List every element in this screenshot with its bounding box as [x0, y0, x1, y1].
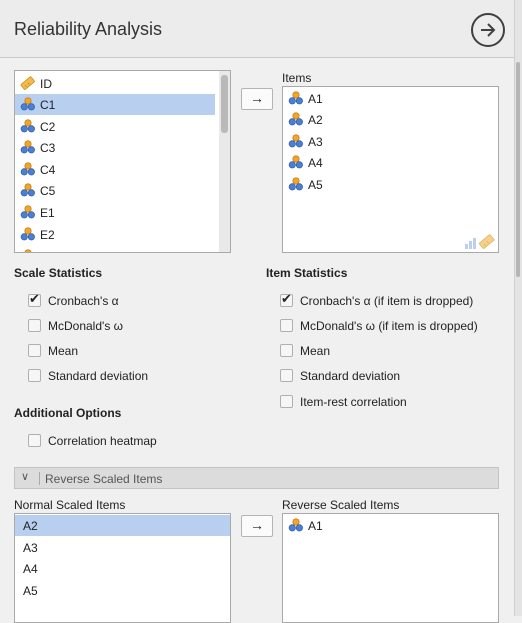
list-item[interactable]: A2: [15, 515, 230, 536]
arrow-right-icon: →: [250, 90, 264, 106]
list-item-partial: [15, 246, 230, 252]
section-title: Reverse Scaled Items: [45, 472, 163, 486]
checkbox-box[interactable]: [28, 344, 41, 357]
variable-label: E1: [40, 206, 55, 220]
item-statistics-heading: Item Statistics: [266, 266, 348, 280]
checkbox-label: McDonald's ω (if item is dropped): [300, 319, 478, 333]
normal-scaled-items-list[interactable]: A2 A3 A4 A5: [14, 513, 231, 623]
items-box-label: Items: [282, 71, 312, 85]
list-item[interactable]: A1: [283, 515, 498, 536]
list-item[interactable]: A5: [283, 174, 498, 195]
list-item[interactable]: C4: [15, 159, 230, 180]
variable-label: A4: [308, 156, 323, 170]
checkbox-box[interactable]: [280, 369, 293, 382]
checkbox-label: Item-rest correlation: [300, 395, 407, 409]
list-item[interactable]: E2: [15, 224, 230, 245]
checkbox-box[interactable]: [280, 395, 293, 408]
additional-options-heading: Additional Options: [14, 406, 122, 420]
source-list-scrollbar-thumb[interactable]: [221, 75, 228, 133]
checkbox-box[interactable]: [28, 369, 41, 382]
ordinal-variable-icon: [20, 119, 35, 133]
ordinal-variable-icon: [20, 162, 35, 176]
ordinal-variable-icon: [20, 183, 35, 197]
move-to-reverse-button[interactable]: →: [241, 515, 273, 537]
panel-header: Reliability Analysis: [0, 0, 514, 58]
variable-label: C5: [40, 184, 56, 198]
checkmark-icon: ✔: [29, 291, 40, 306]
variable-label: A1: [308, 92, 323, 106]
items-target-list[interactable]: A1 A2 A3 A4 A5: [282, 86, 499, 253]
ordinal-variable-icon: [20, 140, 35, 154]
normal-scaled-items-label: Normal Scaled Items: [14, 498, 126, 512]
list-item[interactable]: A1: [283, 88, 498, 109]
checkmark-icon: ✔: [281, 291, 292, 306]
variable-label: C1: [40, 98, 56, 112]
variable-label: A1: [308, 519, 323, 533]
arrow-right-icon: →: [250, 517, 264, 533]
variable-label: A5: [308, 178, 323, 192]
checkbox-label: McDonald's ω: [48, 319, 124, 333]
ruler-icon: [20, 76, 36, 91]
variable-label: ID: [40, 77, 52, 91]
ordinal-variable-icon: [288, 155, 303, 169]
ordinal-variable-icon: [288, 91, 303, 105]
checkbox-box[interactable]: [28, 319, 41, 332]
reverse-scaled-items-list[interactable]: A1: [282, 513, 499, 623]
list-item[interactable]: C1: [15, 94, 215, 115]
list-item[interactable]: E1: [15, 202, 230, 223]
list-item[interactable]: A3: [283, 131, 498, 152]
accepted-types-icon: [465, 234, 495, 250]
list-item[interactable]: C2: [15, 116, 230, 137]
variable-label: C4: [40, 163, 56, 177]
ordinal-variable-icon: [20, 227, 35, 241]
checkbox-label: Cronbach's α: [48, 294, 119, 308]
list-item[interactable]: C3: [15, 137, 230, 158]
list-item[interactable]: A4: [283, 152, 498, 173]
variable-label: C3: [40, 141, 56, 155]
panel-title: Reliability Analysis: [14, 19, 163, 39]
scale-statistics-heading: Scale Statistics: [14, 266, 103, 280]
checkbox-label: Mean: [48, 344, 79, 358]
checkbox-label: Cronbach's α (if item is dropped): [300, 294, 474, 308]
list-item[interactable]: A3: [15, 537, 230, 558]
checkbox-label: Standard deviation: [300, 369, 401, 383]
list-item[interactable]: A5: [15, 580, 230, 601]
source-variable-list[interactable]: ID C1 C2 C3 C4 C5 E1 E2: [14, 70, 231, 253]
checkbox-box[interactable]: [280, 344, 293, 357]
ordinal-variable-icon: [288, 518, 303, 532]
checkbox-box[interactable]: [280, 319, 293, 332]
variable-label: A2: [308, 113, 323, 127]
checkbox-label: Mean: [300, 344, 331, 358]
list-item[interactable]: A2: [283, 109, 498, 130]
variable-label: E2: [40, 228, 55, 242]
divider: [39, 472, 40, 485]
arrow-circle-right-icon[interactable]: [471, 13, 505, 47]
list-item[interactable]: ID: [15, 73, 230, 94]
ordinal-variable-icon: [288, 134, 303, 148]
list-item[interactable]: C5: [15, 180, 230, 201]
ordinal-variable-icon: [288, 112, 303, 126]
variable-label: A3: [308, 135, 323, 149]
panel-scrollbar-thumb[interactable]: [516, 62, 520, 277]
reverse-scaled-items-label: Reverse Scaled Items: [282, 498, 400, 512]
variable-label: A4: [23, 562, 38, 576]
ordinal-variable-icon: [20, 249, 35, 252]
ordinal-variable-icon: [288, 177, 303, 191]
variable-label: A3: [23, 541, 38, 555]
move-to-items-button[interactable]: →: [241, 88, 273, 110]
checkbox-label: Standard deviation: [48, 369, 149, 383]
variable-label: A2: [23, 519, 38, 533]
checkbox-box[interactable]: [28, 434, 41, 447]
ordinal-variable-icon: [20, 97, 35, 111]
list-item[interactable]: A4: [15, 558, 230, 579]
reverse-scaled-items-section-header[interactable]: ∨ Reverse Scaled Items: [14, 467, 499, 489]
variable-label: C2: [40, 120, 56, 134]
variable-label: A5: [23, 584, 38, 598]
chevron-down-icon: ∨: [21, 471, 30, 483]
ordinal-variable-icon: [20, 205, 35, 219]
checkbox-label: Correlation heatmap: [48, 434, 157, 448]
